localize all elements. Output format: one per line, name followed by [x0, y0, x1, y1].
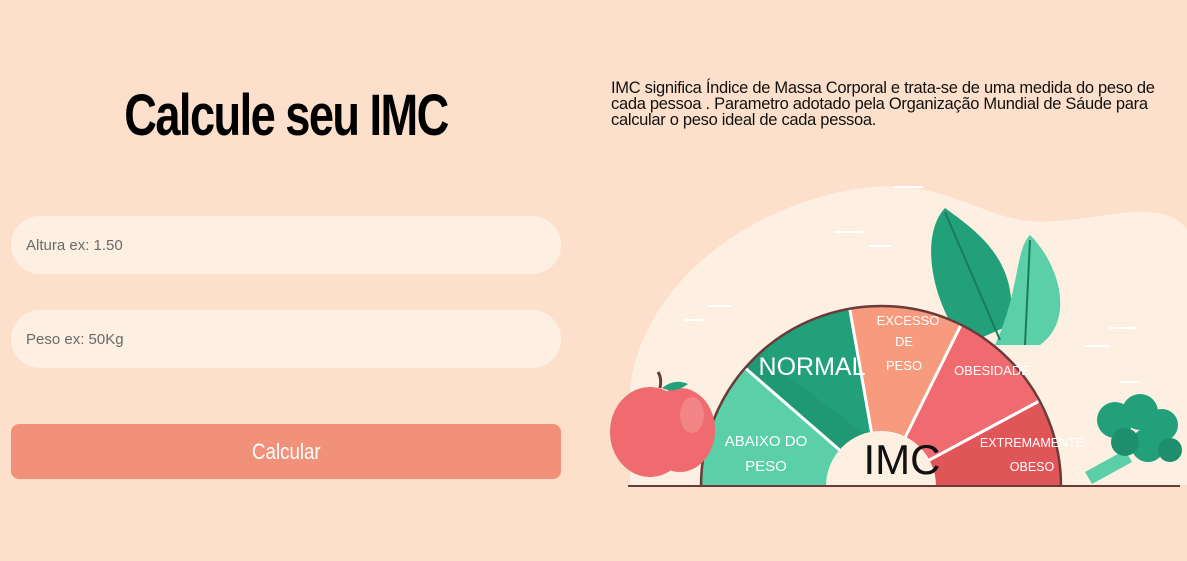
gauge-label-excesso: EXCESSO: [877, 313, 940, 328]
gauge-label-obesidade: OBESIDADE: [954, 363, 1030, 378]
gauge-label-extremamente: OBESO: [1010, 460, 1055, 474]
gauge-label-normal: NORMAL: [759, 353, 866, 381]
calcular-button-label: Calcular: [251, 438, 321, 464]
gauge-label-abaixo: PESO: [745, 458, 787, 475]
gauge-label-excesso: PESO: [886, 358, 922, 373]
calcular-button[interactable]: Calcular: [11, 424, 561, 479]
gauge-label-excesso: DE: [895, 334, 913, 349]
peso-input[interactable]: [11, 310, 561, 368]
imc-description: IMC significa Índice de Massa Corporal e…: [611, 79, 1155, 129]
gauge-label-extremamente: EXTREMAMENTE: [980, 436, 1084, 450]
gauge-label-abaixo: ABAIXO DO: [725, 433, 808, 450]
gauge-center-label: IMC: [864, 436, 941, 483]
altura-input[interactable]: [11, 216, 561, 274]
imc-gauge-illustration: ABAIXO DO PESO NORMAL EXCESSO DE PESO OB…: [610, 186, 1187, 488]
page-title: Calcule seu IMC: [124, 83, 449, 148]
